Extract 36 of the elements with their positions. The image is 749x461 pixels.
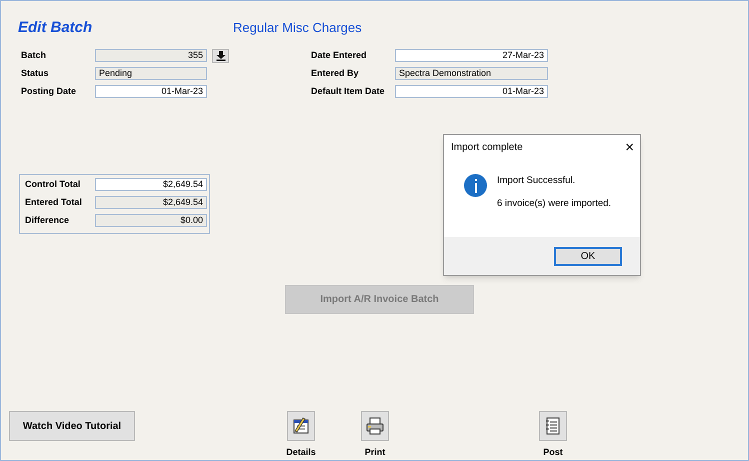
printer-icon: [365, 416, 385, 436]
input-field[interactable]: 27-Mar-23: [395, 49, 548, 62]
input-field[interactable]: Spectra Demonstration: [395, 67, 548, 80]
dialog-detail: 6 invoice(s) were imported.: [497, 197, 612, 212]
dialog-message: Import Successful.: [497, 174, 576, 188]
print-button[interactable]: [361, 411, 389, 441]
input-field[interactable]: $2,649.54: [95, 178, 207, 191]
post-button[interactable]: [539, 411, 567, 441]
field-label: Date Entered: [311, 48, 368, 62]
dialog-title: Import complete: [451, 140, 523, 154]
button-label[interactable]: Post: [543, 446, 563, 460]
document-pencil-icon: [291, 416, 311, 436]
input-field[interactable]: 01-Mar-23: [95, 85, 207, 98]
input-field[interactable]: 355: [95, 49, 207, 62]
field-label: Default Item Date: [311, 84, 386, 98]
info-icon: [464, 174, 487, 197]
tutorial-button[interactable]: Watch Video Tutorial: [9, 411, 135, 441]
field-label: Entered By: [311, 66, 360, 80]
download-button[interactable]: [212, 48, 229, 62]
button-label[interactable]: Details: [286, 446, 316, 460]
page-title: Edit Batch: [18, 18, 94, 38]
field-label: Status: [21, 66, 50, 80]
button-label[interactable]: Print: [364, 446, 386, 460]
details-button[interactable]: [287, 411, 315, 441]
field-label: Batch: [21, 48, 48, 62]
input-field[interactable]: $0.00: [95, 214, 207, 227]
input-field[interactable]: 01-Mar-23: [395, 85, 548, 98]
page-subtitle: Regular Misc Charges: [233, 19, 362, 38]
close-button[interactable]: ×: [625, 140, 634, 154]
field-label: Entered Total: [25, 196, 83, 209]
field-label: Control Total: [25, 178, 82, 191]
input-field[interactable]: Pending: [95, 67, 207, 80]
field-label: Difference: [25, 214, 70, 227]
ok-button[interactable]: OK: [554, 246, 622, 266]
field-label: Posting Date: [21, 84, 78, 98]
input-field[interactable]: $2,649.54: [95, 196, 207, 209]
